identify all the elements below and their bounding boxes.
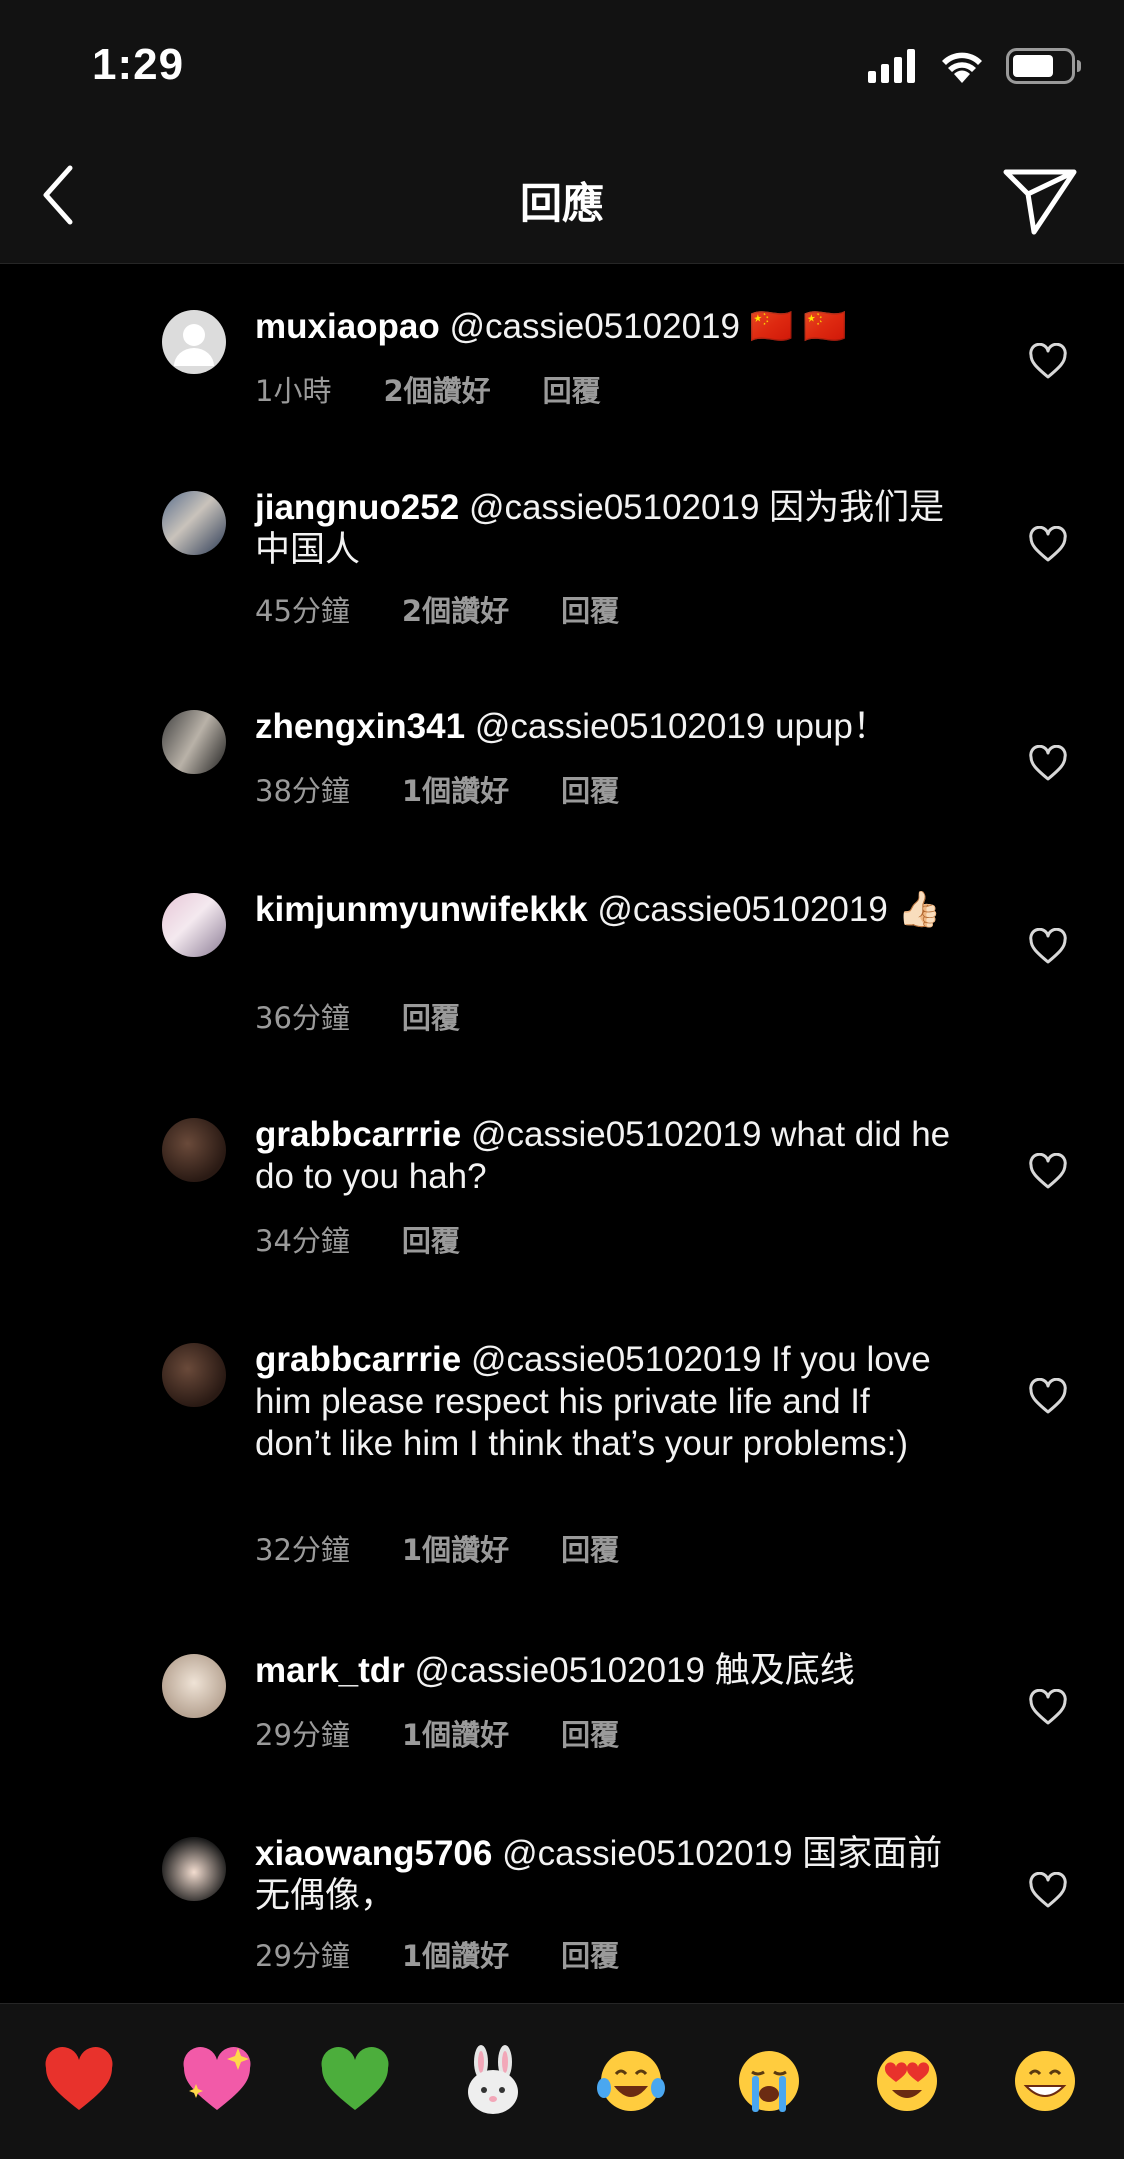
user-avatar[interactable]: [162, 1118, 226, 1182]
reply-button[interactable]: 回覆: [561, 768, 619, 810]
like-heart-icon[interactable]: [1028, 928, 1068, 966]
user-avatar[interactable]: [162, 1343, 226, 1407]
like-heart-icon[interactable]: [1028, 1689, 1068, 1727]
comment-username[interactable]: jiangnuo252: [255, 488, 459, 527]
heart-eyes-icon[interactable]: [870, 2044, 944, 2118]
comment-time: 34分鐘: [255, 1224, 350, 1258]
comment-text: grabbcarrrie @cassie05102019 If you love…: [255, 1339, 955, 1465]
comment-likes[interactable]: 1個讚好: [402, 1712, 509, 1754]
header: 回應: [0, 130, 1124, 264]
comment-likes[interactable]: 2個讚好: [383, 368, 490, 410]
comment-likes[interactable]: 1個讚好: [402, 768, 509, 810]
emoji-bar: [0, 2003, 1124, 2159]
comment-time: 36分鐘: [255, 1001, 350, 1035]
comment-text: grabbcarrrie @cassie05102019 what did he…: [255, 1114, 955, 1198]
comment-text: mark_tdr @cassie05102019 触及底线: [255, 1650, 955, 1692]
reply-button[interactable]: 回覆: [402, 995, 460, 1037]
comment-meta: 29分鐘 1個讚好 回覆: [255, 1933, 619, 1975]
loudly-crying-icon[interactable]: [732, 2044, 806, 2118]
reply-button[interactable]: 回覆: [561, 1933, 619, 1975]
like-heart-icon[interactable]: [1028, 1872, 1068, 1910]
comment-username[interactable]: kimjunmyunwifekkk: [255, 890, 588, 929]
comment-text: jiangnuo252 @cassie05102019 因为我们是中国人: [255, 487, 955, 571]
reply-button[interactable]: 回覆: [561, 1712, 619, 1754]
reply-button[interactable]: 回覆: [561, 588, 619, 630]
direct-send-icon[interactable]: [1000, 158, 1080, 238]
user-avatar[interactable]: [162, 491, 226, 555]
status-bar: 1:29: [0, 0, 1124, 130]
like-heart-icon[interactable]: [1028, 1378, 1068, 1416]
comment-time: 32分鐘: [255, 1533, 350, 1567]
comment-meta: 29分鐘 1個讚好 回覆: [255, 1712, 619, 1754]
comment-meta: 45分鐘 2個讚好 回覆: [255, 588, 619, 630]
sparkling-heart-icon[interactable]: [180, 2044, 254, 2118]
green-heart-icon[interactable]: [318, 2044, 392, 2118]
comment-username[interactable]: mark_tdr: [255, 1651, 405, 1690]
comment-time: 45分鐘: [255, 594, 350, 628]
user-avatar[interactable]: [162, 1654, 226, 1718]
comment-time: 29分鐘: [255, 1939, 350, 1973]
status-icons: [868, 48, 1082, 84]
comment-body: @cassie05102019 触及底线: [414, 1651, 855, 1690]
comment-likes[interactable]: 2個讚好: [402, 588, 509, 630]
user-avatar[interactable]: [162, 893, 226, 957]
cellular-signal-icon: [868, 49, 915, 83]
comment-username[interactable]: xiaowang5706: [255, 1834, 492, 1873]
comment-likes[interactable]: 1個讚好: [402, 1933, 509, 1975]
user-avatar[interactable]: [162, 1837, 226, 1901]
like-heart-icon[interactable]: [1028, 745, 1068, 783]
rabbit-face-icon[interactable]: [456, 2044, 530, 2118]
comment-meta: 1小時 2個讚好 回覆: [255, 368, 601, 410]
comment-time: 1小時: [255, 374, 332, 408]
comment-meta: 34分鐘 回覆: [255, 1218, 460, 1260]
comment-meta: 38分鐘 1個讚好 回覆: [255, 768, 619, 810]
battery-icon: [1006, 48, 1081, 84]
status-time: 1:29: [92, 40, 185, 89]
default-avatar[interactable]: [162, 310, 226, 374]
wifi-icon: [942, 52, 982, 83]
comment-body: @cassie05102019 👍🏻: [597, 890, 942, 929]
comment-username[interactable]: grabbcarrrie: [255, 1340, 461, 1379]
reply-button[interactable]: 回覆: [543, 368, 601, 410]
comment-meta: 36分鐘 回覆: [255, 995, 460, 1037]
like-heart-icon[interactable]: [1028, 343, 1068, 381]
like-heart-icon[interactable]: [1028, 526, 1068, 564]
comment-username[interactable]: muxiaopao: [255, 307, 440, 346]
user-avatar[interactable]: [162, 710, 226, 774]
comment-text: muxiaopao @cassie05102019 🇨🇳 🇨🇳: [255, 306, 955, 348]
reply-button[interactable]: 回覆: [402, 1218, 460, 1260]
comment-text: xiaowang5706 @cassie05102019 国家面前无偶像，: [255, 1833, 955, 1917]
page-title: 回應: [519, 179, 604, 228]
comment-time: 38分鐘: [255, 774, 350, 808]
red-heart-icon[interactable]: [42, 2044, 116, 2118]
comment-body: @cassie05102019 upup！: [474, 707, 888, 746]
beaming-grin-icon[interactable]: [1008, 2044, 1082, 2118]
comment-body: @cassie05102019 🇨🇳 🇨🇳: [449, 307, 847, 346]
comment-text: kimjunmyunwifekkk @cassie05102019 👍🏻: [255, 889, 955, 931]
comment-username[interactable]: zhengxin341: [255, 707, 465, 746]
comment-username[interactable]: grabbcarrrie: [255, 1115, 461, 1154]
like-heart-icon[interactable]: [1028, 1153, 1068, 1191]
reply-button[interactable]: 回覆: [561, 1527, 619, 1569]
comment-likes[interactable]: 1個讚好: [402, 1527, 509, 1569]
comment-text: zhengxin341 @cassie05102019 upup！: [255, 706, 955, 748]
comment-meta: 32分鐘 1個讚好 回覆: [255, 1527, 619, 1569]
tears-of-joy-icon[interactable]: [594, 2044, 668, 2118]
comment-time: 29分鐘: [255, 1718, 350, 1752]
